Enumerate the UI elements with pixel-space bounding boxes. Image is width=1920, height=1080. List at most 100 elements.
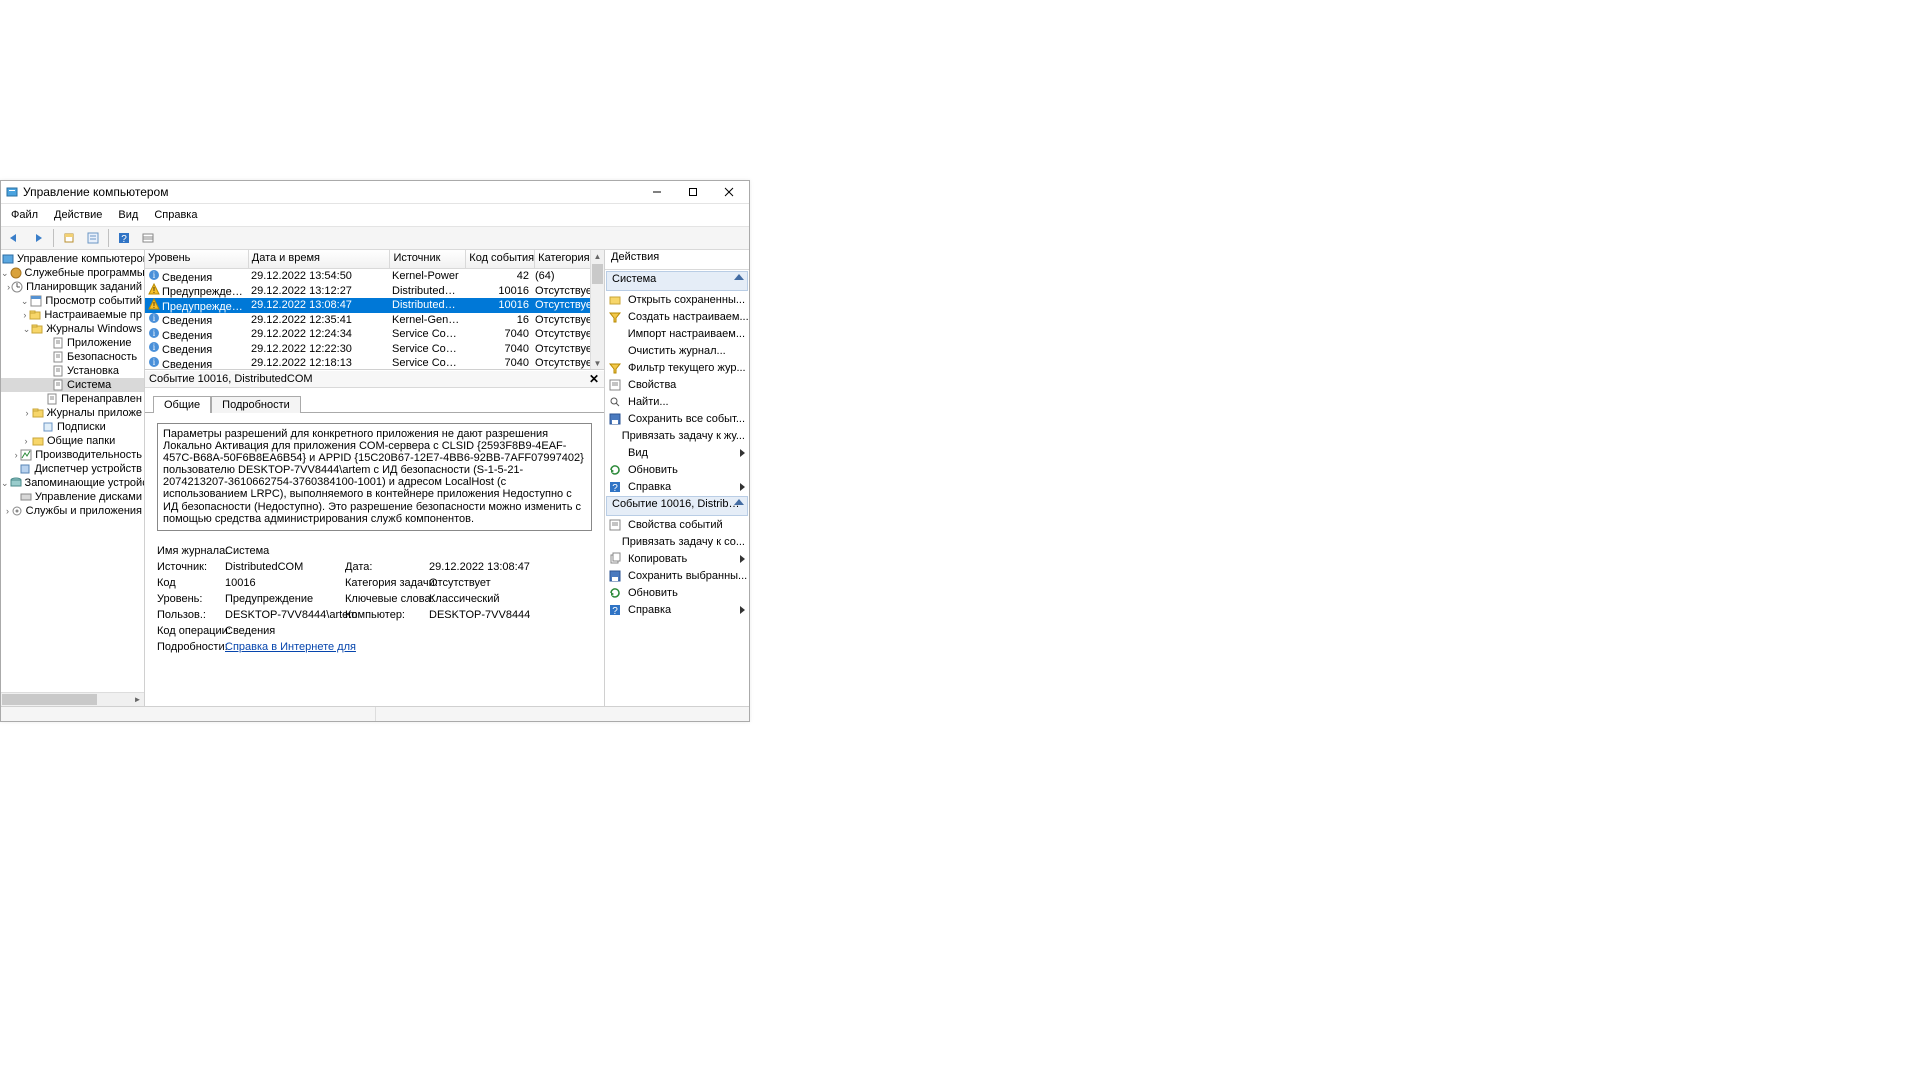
- detail-close-button[interactable]: ✕: [586, 371, 602, 387]
- actions-section-event[interactable]: Событие 10016, Distributed...: [606, 496, 748, 516]
- actions-section-system[interactable]: Система: [606, 271, 748, 291]
- menu-help[interactable]: Справка: [148, 209, 203, 221]
- help-button[interactable]: ?: [113, 227, 135, 249]
- maximize-button[interactable]: [675, 181, 711, 203]
- event-row[interactable]: !Предупреждение29.12.2022 13:08:47Distri…: [145, 298, 604, 313]
- event-row[interactable]: !Предупреждение29.12.2022 13:12:27Distri…: [145, 284, 604, 299]
- nav-tree[interactable]: Управление компьютером (л⌄Служебные прог…: [1, 250, 144, 532]
- detail-header: Событие 10016, DistributedCOM ✕: [145, 370, 604, 388]
- forward-button[interactable]: [27, 227, 49, 249]
- collapse-icon: [734, 499, 744, 505]
- cell-datetime: 29.12.2022 13:54:50: [248, 270, 389, 282]
- tree-node-icon: [31, 406, 45, 420]
- tree-item[interactable]: Перенаправлен: [1, 392, 144, 406]
- warning-icon: !: [148, 298, 160, 310]
- tree-item[interactable]: ›Журналы приложе: [1, 406, 144, 420]
- event-row[interactable]: iСведения29.12.2022 13:54:50Kernel-Power…: [145, 269, 604, 284]
- properties-button[interactable]: [82, 227, 104, 249]
- tree-item[interactable]: ⌄Запоминающие устройс: [1, 476, 144, 490]
- expand-icon[interactable]: ›: [21, 434, 31, 448]
- col-eventid[interactable]: Код события: [466, 250, 535, 268]
- event-grid: Уровень Дата и время Источник Код событи…: [145, 250, 604, 370]
- tree-item[interactable]: ⌄Служебные программы: [1, 266, 144, 280]
- action-item[interactable]: ?Справка: [605, 601, 749, 618]
- tree-item[interactable]: ›Планировщик заданий: [1, 280, 144, 294]
- expand-icon[interactable]: ⌄: [20, 294, 29, 308]
- tree-item[interactable]: Управление компьютером (л: [1, 252, 144, 266]
- tree-node-icon: [10, 280, 24, 294]
- tree-item[interactable]: ›Службы и приложения: [1, 504, 144, 518]
- tree-item[interactable]: Управление дисками: [1, 490, 144, 504]
- action-item[interactable]: Свойства событий: [605, 516, 749, 533]
- tree-item[interactable]: Установка: [1, 364, 144, 378]
- action-item[interactable]: Копировать: [605, 550, 749, 567]
- action-label: Справка: [628, 481, 671, 493]
- svg-text:!: !: [153, 301, 155, 310]
- action-item[interactable]: Создать настраиваем...: [605, 308, 749, 325]
- tree-item[interactable]: ›Настраиваемые пр: [1, 308, 144, 322]
- event-description[interactable]: Параметры разрешений для конкретного при…: [157, 423, 592, 531]
- window-title: Управление компьютером: [23, 185, 639, 199]
- action-item[interactable]: Свойства: [605, 376, 749, 393]
- event-row[interactable]: iСведения29.12.2022 12:22:30Service Cont…: [145, 342, 604, 357]
- submenu-icon: [740, 606, 745, 614]
- tree-h-scrollbar[interactable]: ◄ ►: [1, 692, 144, 706]
- tree-item[interactable]: ›Производительность: [1, 448, 144, 462]
- back-button[interactable]: [3, 227, 25, 249]
- grid-v-scrollbar[interactable]: ▲ ▼: [590, 250, 604, 369]
- list-button[interactable]: [137, 227, 159, 249]
- tree-item[interactable]: Приложение: [1, 336, 144, 350]
- tree-node-icon: [51, 336, 65, 350]
- up-button[interactable]: [58, 227, 80, 249]
- tab-general[interactable]: Общие: [153, 396, 211, 413]
- col-level[interactable]: Уровень: [145, 250, 249, 268]
- action-label: Открыть сохраненны...: [628, 294, 745, 306]
- tree-item[interactable]: Диспетчер устройств: [1, 462, 144, 476]
- action-item[interactable]: Привязать задачу к жу...: [605, 427, 749, 444]
- action-item[interactable]: Фильтр текущего жур...: [605, 359, 749, 376]
- tree-item[interactable]: Подписки: [1, 420, 144, 434]
- tree-item[interactable]: ⌄Просмотр событий: [1, 294, 144, 308]
- expand-icon[interactable]: ⌄: [1, 476, 9, 490]
- tree-item[interactable]: ›Общие папки: [1, 434, 144, 448]
- tree-item[interactable]: Система: [1, 378, 144, 392]
- action-item[interactable]: Обновить: [605, 461, 749, 478]
- action-icon: [608, 535, 616, 549]
- expand-icon[interactable]: ›: [23, 406, 30, 420]
- action-item[interactable]: Импорт настраиваем...: [605, 325, 749, 342]
- action-icon: [608, 463, 622, 477]
- action-item[interactable]: Открыть сохраненны...: [605, 291, 749, 308]
- menu-file[interactable]: Файл: [5, 209, 44, 221]
- col-source[interactable]: Источник: [390, 250, 466, 268]
- action-item[interactable]: Сохранить все событ...: [605, 410, 749, 427]
- event-row[interactable]: iСведения29.12.2022 12:24:34Service Cont…: [145, 327, 604, 342]
- menu-action[interactable]: Действие: [48, 209, 108, 221]
- action-item[interactable]: Найти...: [605, 393, 749, 410]
- expand-icon[interactable]: ⌄: [1, 266, 9, 280]
- grid-header[interactable]: Уровень Дата и время Источник Код событи…: [145, 250, 604, 269]
- tree-item[interactable]: Безопасность: [1, 350, 144, 364]
- prop-opcode-value: Сведения: [225, 625, 345, 637]
- minimize-button[interactable]: [639, 181, 675, 203]
- action-item[interactable]: Сохранить выбранны...: [605, 567, 749, 584]
- col-datetime[interactable]: Дата и время: [249, 250, 391, 268]
- event-row[interactable]: iСведения29.12.2022 12:35:41Kernel-Gene.…: [145, 313, 604, 328]
- action-item[interactable]: Обновить: [605, 584, 749, 601]
- expand-icon[interactable]: ›: [22, 308, 29, 322]
- tree-item[interactable]: ⌄Журналы Windows: [1, 322, 144, 336]
- menu-view[interactable]: Вид: [112, 209, 144, 221]
- close-button[interactable]: [711, 181, 747, 203]
- titlebar[interactable]: Управление компьютером: [1, 181, 749, 204]
- expand-icon[interactable]: ⌄: [23, 322, 31, 336]
- action-icon: [608, 446, 622, 460]
- action-item[interactable]: ?Справка: [605, 478, 749, 495]
- prop-computer-label: Компьютер:: [345, 609, 429, 621]
- tree-node-icon: [45, 392, 59, 406]
- tab-details[interactable]: Подробности: [211, 396, 301, 413]
- action-item[interactable]: Привязать задачу к со...: [605, 533, 749, 550]
- prop-category-label: Категория задачи:: [345, 577, 429, 589]
- action-item[interactable]: Вид: [605, 444, 749, 461]
- online-help-link[interactable]: Справка в Интернете для: [225, 641, 356, 653]
- action-item[interactable]: Очистить журнал...: [605, 342, 749, 359]
- event-row[interactable]: iСведения29.12.2022 12:18:13Service Cont…: [145, 356, 604, 370]
